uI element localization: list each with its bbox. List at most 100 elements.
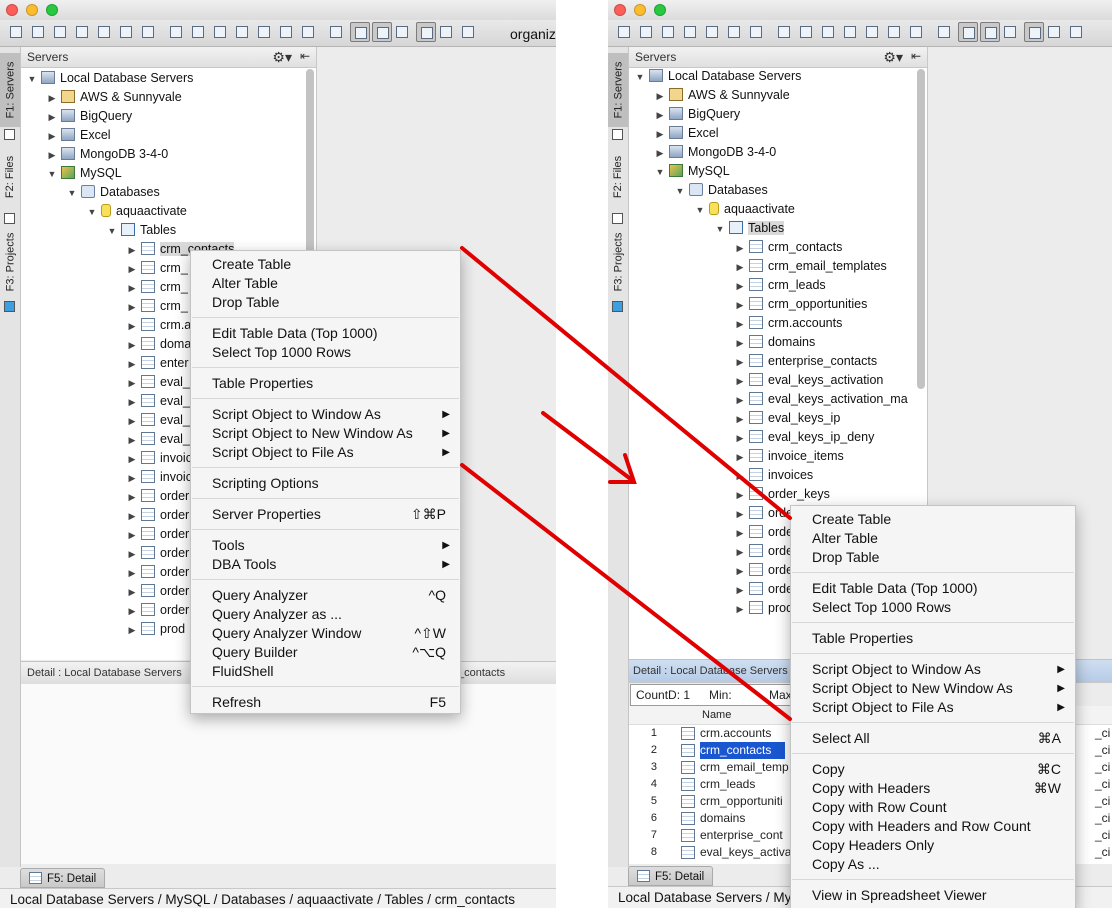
menu-item[interactable]: DBA Tools ▶ — [191, 555, 460, 574]
sidebar-tab-1[interactable]: F1: Servers — [0, 53, 20, 127]
tree-item[interactable]: ▶ order — [127, 525, 189, 544]
expand-arrow-icon[interactable]: ▼ — [87, 203, 97, 222]
toolbar-button-icon[interactable] — [8, 24, 24, 40]
collapse-arrow-icon[interactable]: ▶ — [127, 526, 137, 545]
tree-item[interactable]: ▼ aquaactivate — [695, 200, 795, 219]
collapse-arrow-icon[interactable]: ▶ — [127, 545, 137, 564]
collapse-arrow-icon[interactable]: ▶ — [735, 429, 745, 448]
menu-item[interactable]: Copy with Row Count — [791, 798, 1075, 817]
expand-arrow-icon[interactable]: ▼ — [47, 165, 57, 184]
collapse-arrow-icon[interactable]: ▶ — [655, 106, 665, 125]
menu-item[interactable]: View in Spreadsheet Viewer — [791, 886, 1075, 905]
close-window-button[interactable] — [6, 4, 18, 16]
toolbar-button-icon[interactable] — [726, 24, 742, 40]
collapse-arrow-icon[interactable]: ▶ — [127, 279, 137, 298]
gear-icon[interactable]: ⚙▾ — [883, 49, 903, 66]
tree-item[interactable]: ▶ orde — [735, 523, 793, 542]
collapse-arrow-icon[interactable]: ▶ — [127, 469, 137, 488]
tree-item[interactable]: ▶ order — [127, 506, 189, 525]
collapse-arrow-icon[interactable]: ▶ — [735, 467, 745, 486]
collapse-arrow-icon[interactable]: ▶ — [735, 448, 745, 467]
toolbar-button-icon[interactable] — [300, 24, 316, 40]
toolbar-button-icon[interactable] — [212, 24, 228, 40]
collapse-arrow-icon[interactable]: ▶ — [655, 125, 665, 144]
tree-item[interactable]: ▶ order — [127, 487, 189, 506]
collapse-arrow-icon[interactable]: ▶ — [735, 505, 745, 524]
menu-item[interactable]: Create Table — [191, 255, 460, 274]
toolbar-button-icon[interactable] — [1002, 24, 1018, 40]
toolbar-button-icon[interactable] — [1046, 24, 1062, 40]
toolbar-button-icon[interactable] — [638, 24, 654, 40]
toolbar-button-icon[interactable] — [256, 24, 272, 40]
tab-detail[interactable]: F5: Detail — [628, 866, 713, 886]
tree-item[interactable]: ▶ crm.a — [127, 316, 191, 335]
expand-arrow-icon[interactable]: ▼ — [695, 201, 705, 220]
tree-item[interactable]: ▶ orde — [735, 561, 793, 580]
tree-item[interactable]: ▶ order — [127, 582, 189, 601]
toolbar-button-icon[interactable] — [416, 22, 436, 42]
menu-item[interactable]: Edit Table Data (Top 1000) — [191, 324, 460, 343]
collapse-arrow-icon[interactable]: ▶ — [735, 600, 745, 619]
menu-item[interactable]: Copy with Headers and Row Count — [791, 817, 1075, 836]
collapse-arrow-icon[interactable]: ▶ — [127, 260, 137, 279]
tree-item[interactable]: ▶ prod — [127, 620, 185, 639]
tree-item[interactable]: ▼ Local Database Servers — [635, 67, 801, 86]
toolbar-button-icon[interactable] — [980, 22, 1000, 42]
toolbar-button-icon[interactable] — [278, 24, 294, 40]
tree-item[interactable]: ▶ eval_keys_ip — [735, 409, 840, 428]
tree-item[interactable]: ▶ order — [127, 601, 189, 620]
tree-item[interactable]: ▶ AWS & Sunnyvale — [655, 86, 790, 105]
collapse-arrow-icon[interactable]: ▶ — [127, 412, 137, 431]
collapse-arrow-icon[interactable]: ▶ — [127, 393, 137, 412]
toolbar-button-icon[interactable] — [140, 24, 156, 40]
tree-item[interactable]: ▶ Excel — [655, 124, 719, 143]
sidebar-tab-1[interactable]: F1: Servers — [608, 53, 628, 127]
tree-item[interactable]: ▶ eval_ — [127, 430, 190, 449]
gear-icon[interactable]: ⚙▾ — [272, 49, 292, 66]
menu-item[interactable]: Create Table — [791, 510, 1075, 529]
pin-icon[interactable]: ⇤ — [300, 49, 310, 63]
toolbar-button-icon[interactable] — [864, 24, 880, 40]
menu-item[interactable]: Table Properties — [191, 374, 460, 393]
menu-item[interactable]: Copy with Headers ⌘W — [791, 779, 1075, 798]
expand-arrow-icon[interactable]: ▼ — [715, 220, 725, 239]
menu-item[interactable]: Select All ⌘A — [791, 729, 1075, 748]
toolbar-button-icon[interactable] — [776, 24, 792, 40]
pin-icon[interactable]: ⇤ — [911, 49, 921, 63]
menu-item[interactable]: Script Object to File As ▶ — [191, 443, 460, 462]
menu-item[interactable]: Select Top 1000 Rows — [191, 343, 460, 362]
tree-item[interactable]: ▶ AWS & Sunnyvale — [47, 88, 182, 107]
menu-item[interactable]: Query Analyzer ^Q — [191, 586, 460, 605]
collapse-arrow-icon[interactable]: ▶ — [735, 391, 745, 410]
toolbar-button-icon[interactable] — [460, 24, 476, 40]
collapse-arrow-icon[interactable]: ▶ — [735, 277, 745, 296]
sidebar-tab-3[interactable]: F3: Projects — [608, 225, 628, 299]
collapse-arrow-icon[interactable]: ▶ — [735, 543, 745, 562]
toolbar-button-icon[interactable] — [1024, 22, 1044, 42]
toolbar-button-icon[interactable] — [96, 24, 112, 40]
menu-item[interactable]: Refresh F5 — [191, 693, 460, 712]
toolbar-button-icon[interactable] — [820, 24, 836, 40]
collapse-arrow-icon[interactable]: ▶ — [127, 564, 137, 583]
toolbar-button-icon[interactable] — [748, 24, 764, 40]
collapse-arrow-icon[interactable]: ▶ — [127, 450, 137, 469]
menu-item[interactable]: Script Object to Window As ▶ — [191, 405, 460, 424]
toolbar-button-icon[interactable] — [30, 24, 46, 40]
toolbar-button-icon[interactable] — [1068, 24, 1084, 40]
tab-detail[interactable]: F5: Detail — [20, 868, 105, 888]
collapse-arrow-icon[interactable]: ▶ — [735, 372, 745, 391]
collapse-arrow-icon[interactable]: ▶ — [47, 146, 57, 165]
toolbar-button-icon[interactable] — [118, 24, 134, 40]
tree-item[interactable]: ▶ crm_email_templates — [735, 257, 887, 276]
collapse-arrow-icon[interactable]: ▶ — [735, 486, 745, 505]
menu-item[interactable]: Tools ▶ — [191, 536, 460, 555]
collapse-arrow-icon[interactable]: ▶ — [127, 241, 137, 260]
toolbar-button-icon[interactable] — [52, 24, 68, 40]
expand-arrow-icon[interactable]: ▼ — [635, 68, 645, 87]
tree-item[interactable]: ▶ invoic — [127, 449, 192, 468]
minimize-window-button[interactable] — [26, 4, 38, 16]
collapse-arrow-icon[interactable]: ▶ — [127, 583, 137, 602]
tree-item[interactable]: ▶ order — [127, 544, 189, 563]
toolbar-button-icon[interactable] — [682, 24, 698, 40]
tree-item[interactable]: ▶ crm_ — [127, 259, 188, 278]
